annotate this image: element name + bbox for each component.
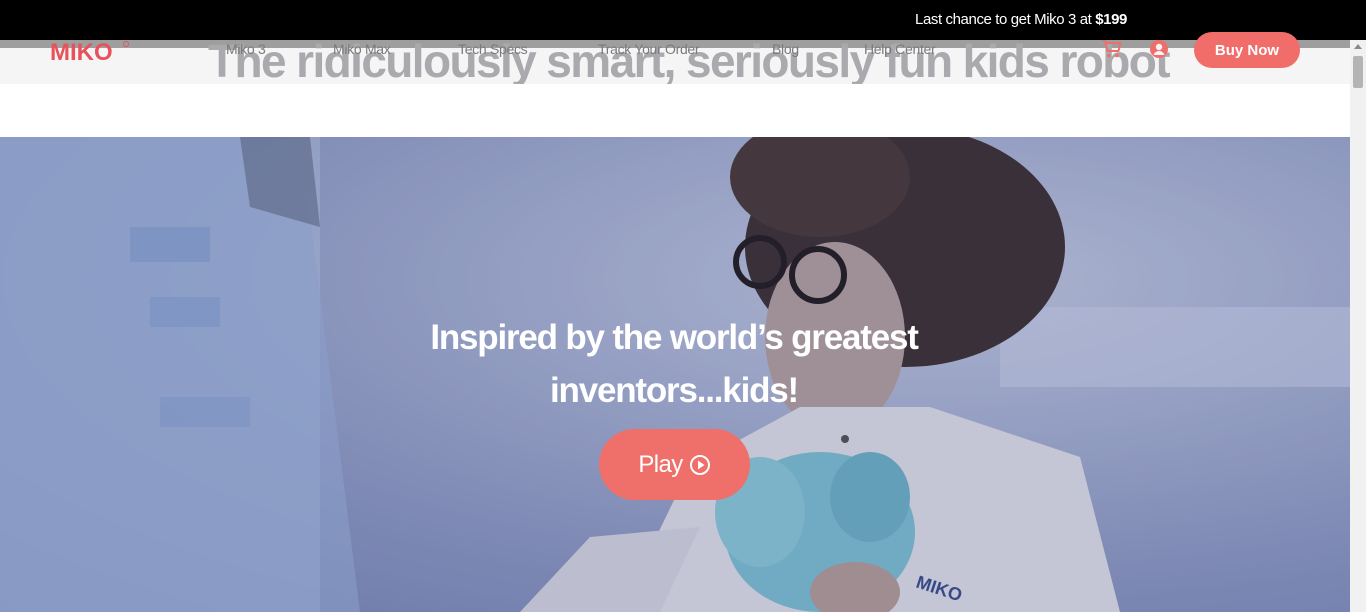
nav-track-order[interactable]: Track Your Order xyxy=(598,41,700,57)
announcement-bar: Last chance to get Miko 3 at $199 xyxy=(0,0,1366,40)
announcement-text[interactable]: Last chance to get Miko 3 at $199 xyxy=(915,11,1127,28)
announcement-price: $199 xyxy=(1095,11,1127,28)
nav-help-center[interactable]: Help Center xyxy=(864,41,936,57)
hero-title: Inspired by the world’s greatest invento… xyxy=(374,311,974,417)
scrollbar-thumb[interactable] xyxy=(1353,56,1363,88)
play-video-button[interactable]: Play xyxy=(599,429,750,500)
nav-miko-max[interactable]: Miko Max xyxy=(333,41,391,57)
scroll-up-arrow-icon[interactable] xyxy=(1354,44,1362,49)
user-icon[interactable] xyxy=(1149,40,1169,59)
hero-title-line-1: Inspired by the world’s greatest xyxy=(430,318,919,357)
hero-title-line-2: inventors...kids! xyxy=(550,371,799,410)
announcement-message: Last chance to get Miko 3 at xyxy=(915,11,1096,28)
nav-blog[interactable]: Blog xyxy=(772,41,799,57)
page-scrollbar[interactable] xyxy=(1350,40,1366,612)
main-nav: Miko 3 Miko Max Tech Specs Track Your Or… xyxy=(0,40,1350,84)
play-circle-icon xyxy=(689,454,710,475)
nav-miko-3[interactable]: Miko 3 xyxy=(226,41,266,57)
site-header: The ridiculously smart, seriously fun ki… xyxy=(0,40,1350,84)
nav-tech-specs[interactable]: Tech Specs xyxy=(458,41,528,57)
play-label: Play xyxy=(638,450,683,478)
buy-now-button[interactable]: Buy Now xyxy=(1194,32,1300,68)
hero-section: MIKO Inspired by the world’s greatest in… xyxy=(0,137,1350,612)
cart-icon[interactable] xyxy=(1100,40,1124,60)
